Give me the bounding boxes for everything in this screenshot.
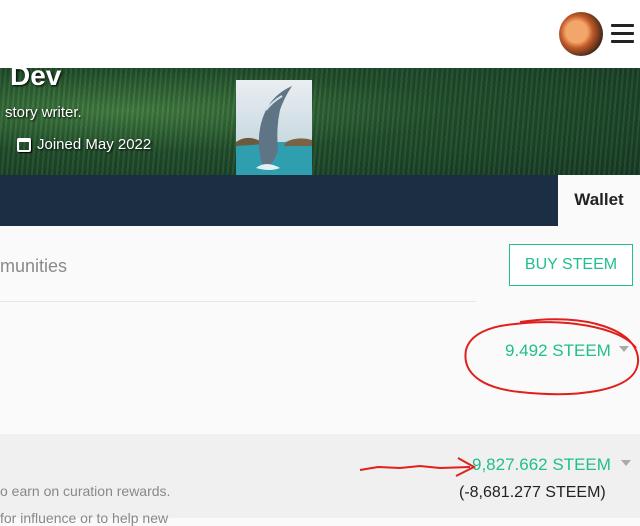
- top-header: [0, 0, 640, 68]
- buy-steem-button[interactable]: BUY STEEM: [509, 244, 633, 286]
- steem-power-balance[interactable]: 9,827.662 STEEM: [472, 455, 611, 475]
- profile-banner: Dev story writer. Joined May 2022: [0, 68, 640, 175]
- profile-joined: Joined May 2022: [17, 136, 151, 153]
- hamburger-menu-icon[interactable]: [611, 24, 634, 44]
- joined-date: Joined May 2022: [37, 136, 152, 153]
- divider: [0, 301, 476, 302]
- steem-power-description-2: for influence or to help new: [0, 510, 169, 526]
- caret-down-icon[interactable]: [621, 460, 631, 466]
- caret-down-icon[interactable]: [619, 346, 629, 352]
- steem-power-row: [0, 434, 640, 518]
- steem-power-delegated: (-8,681.277 STEEM): [459, 484, 606, 501]
- profile-name: Dev: [10, 68, 62, 91]
- steem-power-description: o earn on curation rewards.: [0, 483, 171, 499]
- calendar-icon: [17, 137, 31, 152]
- dolphin-image: [236, 80, 312, 175]
- profile-navbar: Wallet: [0, 175, 640, 226]
- profile-about: story writer.: [5, 104, 82, 121]
- tab-wallet[interactable]: Wallet: [558, 175, 640, 226]
- steem-balance[interactable]: 9.492 STEEM: [505, 341, 611, 361]
- user-avatar[interactable]: [559, 12, 603, 56]
- tab-communities[interactable]: munities: [0, 256, 67, 277]
